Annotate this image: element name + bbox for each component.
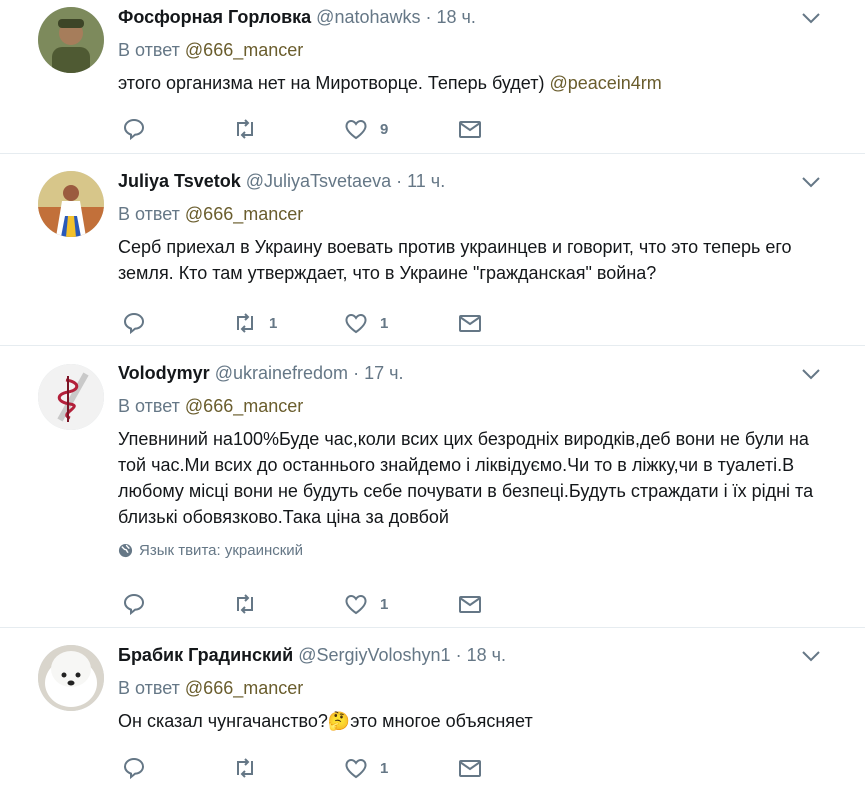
envelope-icon [459,121,481,138]
tweet-text: этого организма нет на Миротворце. Тепер… [118,70,835,96]
avatar[interactable] [38,645,104,711]
thinking-face-emoji: 🤔 [327,711,351,731]
avatar[interactable] [38,7,104,73]
like-button[interactable]: 1 [344,311,388,335]
tweet-text: Он сказал чунгачанство?🤔это многое объяс… [118,708,835,734]
like-button[interactable]: 9 [344,117,388,141]
reply-button[interactable] [122,592,158,616]
reply-prefix: В ответ [118,396,180,416]
tweet-text: Упевниний на100%Буде час,коли всих цих б… [118,429,814,527]
reply-mention[interactable]: @666_mancer [185,204,303,224]
direct-message-button[interactable] [458,756,482,780]
direct-message-button[interactable] [458,311,482,335]
tweet-text-body: этого организма нет на Миротворце. Тепер… [118,73,550,93]
tweet-language-label[interactable]: Язык твита: украинский [139,542,303,559]
author-handle[interactable]: @JuliyaTsvetaeva [246,171,391,191]
author-handle[interactable]: @SergiyVoloshyn1 [298,645,450,665]
retweet-count: 1 [269,314,278,332]
tweet-text: Серб приехал в Украину воевать против ук… [118,237,792,283]
separator-dot: · [455,645,462,665]
separator-dot: · [425,7,432,27]
retweet-button[interactable] [233,756,269,780]
heart-icon [345,313,367,334]
envelope-icon [459,760,481,777]
tweet-text-body: Он сказал чунгачанство? [118,711,328,731]
retweet-icon [237,313,253,333]
author-handle[interactable]: @natohawks [316,7,420,27]
reply-button[interactable] [122,311,158,335]
heart-icon [345,594,367,615]
reply-prefix: В ответ [118,204,180,224]
mention-link[interactable]: @peacein4rm [549,73,661,93]
reply-prefix: В ответ [118,40,180,60]
direct-message-button[interactable] [458,592,482,616]
tweet[interactable]: Фосфорная Горловка @natohawks · 18 ч. В … [0,0,865,154]
author-name[interactable]: Брабик Градинский [118,645,293,665]
direct-message-button[interactable] [458,117,482,141]
author-name[interactable]: Фосфорная Горловка [118,7,311,27]
reply-icon [123,757,145,780]
retweet-button[interactable]: 1 [233,311,277,335]
heart-icon [345,119,367,140]
timestamp[interactable]: 18 ч. [467,645,506,665]
retweet-button[interactable] [233,117,269,141]
retweet-icon [237,119,253,139]
tweet[interactable]: Juliya Tsvetok @JuliyaTsvetaeva · 11 ч. … [0,154,865,346]
tweet-text-body-continued: это многое объясняет [350,711,533,731]
separator-dot: · [353,363,360,383]
author-name[interactable]: Juliya Tsvetok [118,171,241,191]
like-button[interactable]: 1 [344,592,388,616]
author-handle[interactable]: @ukrainefredom [215,363,348,383]
chevron-down-icon[interactable] [801,11,821,25]
timestamp[interactable]: 11 ч. [407,171,445,191]
chevron-down-icon[interactable] [801,367,821,381]
tweet[interactable]: Брабик Градинский @SergiyVoloshyn1 · 18 … [0,628,865,787]
reply-mention[interactable]: @666_mancer [185,396,303,416]
tweet-language[interactable]: Язык твита: украинский [118,542,835,559]
timestamp[interactable]: 17 ч. [364,363,403,383]
like-count: 9 [380,120,389,138]
tweet[interactable]: Volodymyr @ukrainefredom · 17 ч. В ответ… [0,346,865,628]
chevron-down-icon[interactable] [801,649,821,663]
author-name[interactable]: Volodymyr [118,363,210,383]
reply-icon [123,593,145,616]
like-count: 1 [380,595,389,613]
reply-mention[interactable]: @666_mancer [185,678,303,698]
timestamp[interactable]: 18 ч. [437,7,476,27]
separator-dot: · [396,171,403,191]
envelope-icon [459,596,481,613]
retweet-button[interactable] [233,592,269,616]
avatar[interactable] [38,364,104,430]
reply-icon [123,118,145,141]
retweet-icon [237,758,253,778]
like-count: 1 [380,314,389,332]
reply-icon [123,312,145,335]
like-count: 1 [380,759,389,777]
reply-button[interactable] [122,117,158,141]
envelope-icon [459,315,481,332]
globe-icon [118,543,133,558]
heart-icon [345,758,367,779]
chevron-down-icon[interactable] [801,175,821,189]
reply-prefix: В ответ [118,678,180,698]
like-button[interactable]: 1 [344,756,388,780]
retweet-icon [237,594,253,614]
reply-mention[interactable]: @666_mancer [185,40,303,60]
reply-button[interactable] [122,756,158,780]
avatar[interactable] [38,171,104,237]
